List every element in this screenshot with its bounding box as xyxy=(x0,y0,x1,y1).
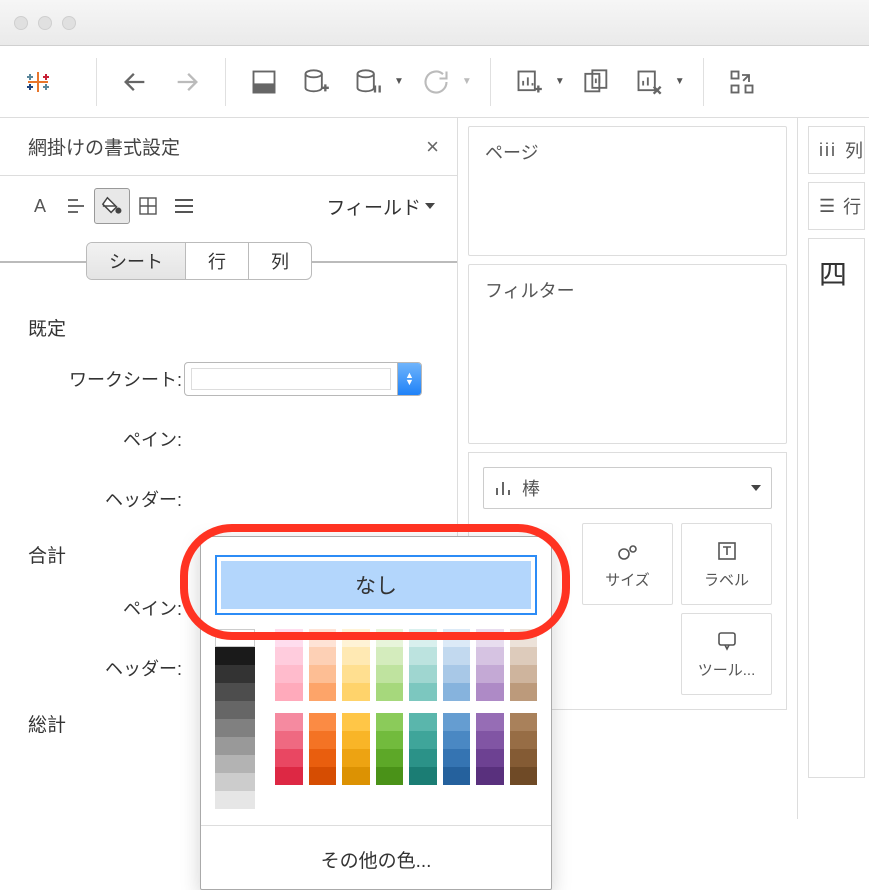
total-header-color-label: ヘッダー: xyxy=(24,655,184,681)
more-colors-button[interactable]: その他の色... xyxy=(201,832,551,889)
header-color-label: ヘッダー: xyxy=(24,486,184,512)
chevron-down-icon xyxy=(425,203,435,209)
arrow-left-icon xyxy=(121,68,149,96)
format-lines-icon[interactable] xyxy=(166,188,202,224)
grayscale-column[interactable] xyxy=(215,629,255,809)
mark-type-dropdown[interactable]: 棒 xyxy=(483,467,772,509)
pane-color-label: ペイン: xyxy=(24,426,184,452)
new-datasource-button[interactable] xyxy=(296,62,336,102)
database-plus-icon xyxy=(302,68,330,96)
dropdown-caret-icon[interactable]: ▼ xyxy=(675,76,685,87)
tableau-logo-icon xyxy=(22,66,54,98)
filters-shelf[interactable]: フィルター xyxy=(468,264,787,444)
columns-shelf[interactable]: iii 列 xyxy=(808,126,865,174)
format-shading-icon[interactable] xyxy=(94,188,130,224)
viz-title: 四 xyxy=(819,259,847,290)
refresh-button[interactable] xyxy=(416,62,456,102)
format-alignment-icon[interactable] xyxy=(58,188,94,224)
hue-row-light[interactable] xyxy=(275,629,537,701)
traffic-light-min[interactable] xyxy=(38,16,52,30)
bar-chart-icon xyxy=(494,479,512,497)
dropdown-caret-icon[interactable]: ▼ xyxy=(555,76,565,87)
hue-row-dark[interactable] xyxy=(275,713,537,785)
worksheet-duplicate-icon xyxy=(583,68,611,96)
save-icon xyxy=(250,68,278,96)
refresh-icon xyxy=(422,68,450,96)
pages-shelf-label: ページ xyxy=(485,143,539,163)
mark-tooltip-button[interactable]: ツール... xyxy=(681,613,772,695)
format-shading-panel: 網掛けの書式設定 × A フィールド シート xyxy=(0,118,458,819)
dropdown-caret-icon[interactable]: ▼ xyxy=(394,76,404,87)
color-swatch xyxy=(191,368,391,390)
clear-worksheet-button[interactable] xyxy=(629,62,669,102)
stepper-arrows-icon: ▲▼ xyxy=(397,363,421,395)
database-pause-icon xyxy=(354,68,382,96)
window-titlebar xyxy=(0,0,869,46)
section-default-label: 既定 xyxy=(28,314,433,341)
close-panel-button[interactable]: × xyxy=(426,134,439,160)
format-font-icon[interactable]: A xyxy=(22,188,58,224)
right-column: iii 列 ☰ 行 四 xyxy=(798,118,869,819)
main-toolbar: ▼ ▼ ▼ ▼ xyxy=(0,46,869,118)
forward-button[interactable] xyxy=(167,62,207,102)
traffic-light-max[interactable] xyxy=(62,16,76,30)
format-scope-tabs: シート 行 列 xyxy=(86,242,312,280)
mark-label-button[interactable]: ラベル xyxy=(681,523,772,605)
new-worksheet-button[interactable] xyxy=(509,62,549,102)
traffic-light-close[interactable] xyxy=(14,16,28,30)
worksheet-color-picker[interactable]: ▲▼ xyxy=(184,362,422,396)
format-borders-icon[interactable] xyxy=(130,188,166,224)
pages-shelf[interactable]: ページ xyxy=(468,126,787,256)
tooltip-icon xyxy=(715,629,739,653)
color-none-option[interactable]: なし xyxy=(215,555,537,615)
tab-row[interactable]: 行 xyxy=(186,243,249,279)
swap-button[interactable] xyxy=(722,62,762,102)
worksheet-clear-icon xyxy=(635,68,663,96)
total-pane-color-label: ペイン: xyxy=(24,595,184,621)
size-icon xyxy=(616,539,640,563)
format-panel-title: 網掛けの書式設定 xyxy=(28,133,180,160)
rows-shelf[interactable]: ☰ 行 xyxy=(808,182,865,230)
swap-icon xyxy=(728,68,756,96)
worksheet-color-label: ワークシート: xyxy=(24,366,184,392)
dropdown-caret-icon[interactable]: ▼ xyxy=(462,76,472,87)
list-icon: ☰ xyxy=(819,196,835,217)
color-picker-popup: なし xyxy=(200,536,552,890)
tab-col[interactable]: 列 xyxy=(249,243,311,279)
field-dropdown[interactable]: フィールド xyxy=(326,193,435,220)
chevron-down-icon xyxy=(751,485,761,491)
back-button[interactable] xyxy=(115,62,155,102)
tab-sheet[interactable]: シート xyxy=(87,243,186,279)
text-icon xyxy=(715,539,739,563)
duplicate-worksheet-button[interactable] xyxy=(577,62,617,102)
mark-size-button[interactable]: サイズ xyxy=(582,523,673,605)
pause-datasource-button[interactable] xyxy=(348,62,388,102)
arrow-right-icon xyxy=(173,68,201,96)
filters-shelf-label: フィルター xyxy=(485,281,575,301)
worksheet-plus-icon xyxy=(515,68,543,96)
viz-canvas[interactable]: 四 xyxy=(808,238,865,778)
save-button[interactable] xyxy=(244,62,284,102)
